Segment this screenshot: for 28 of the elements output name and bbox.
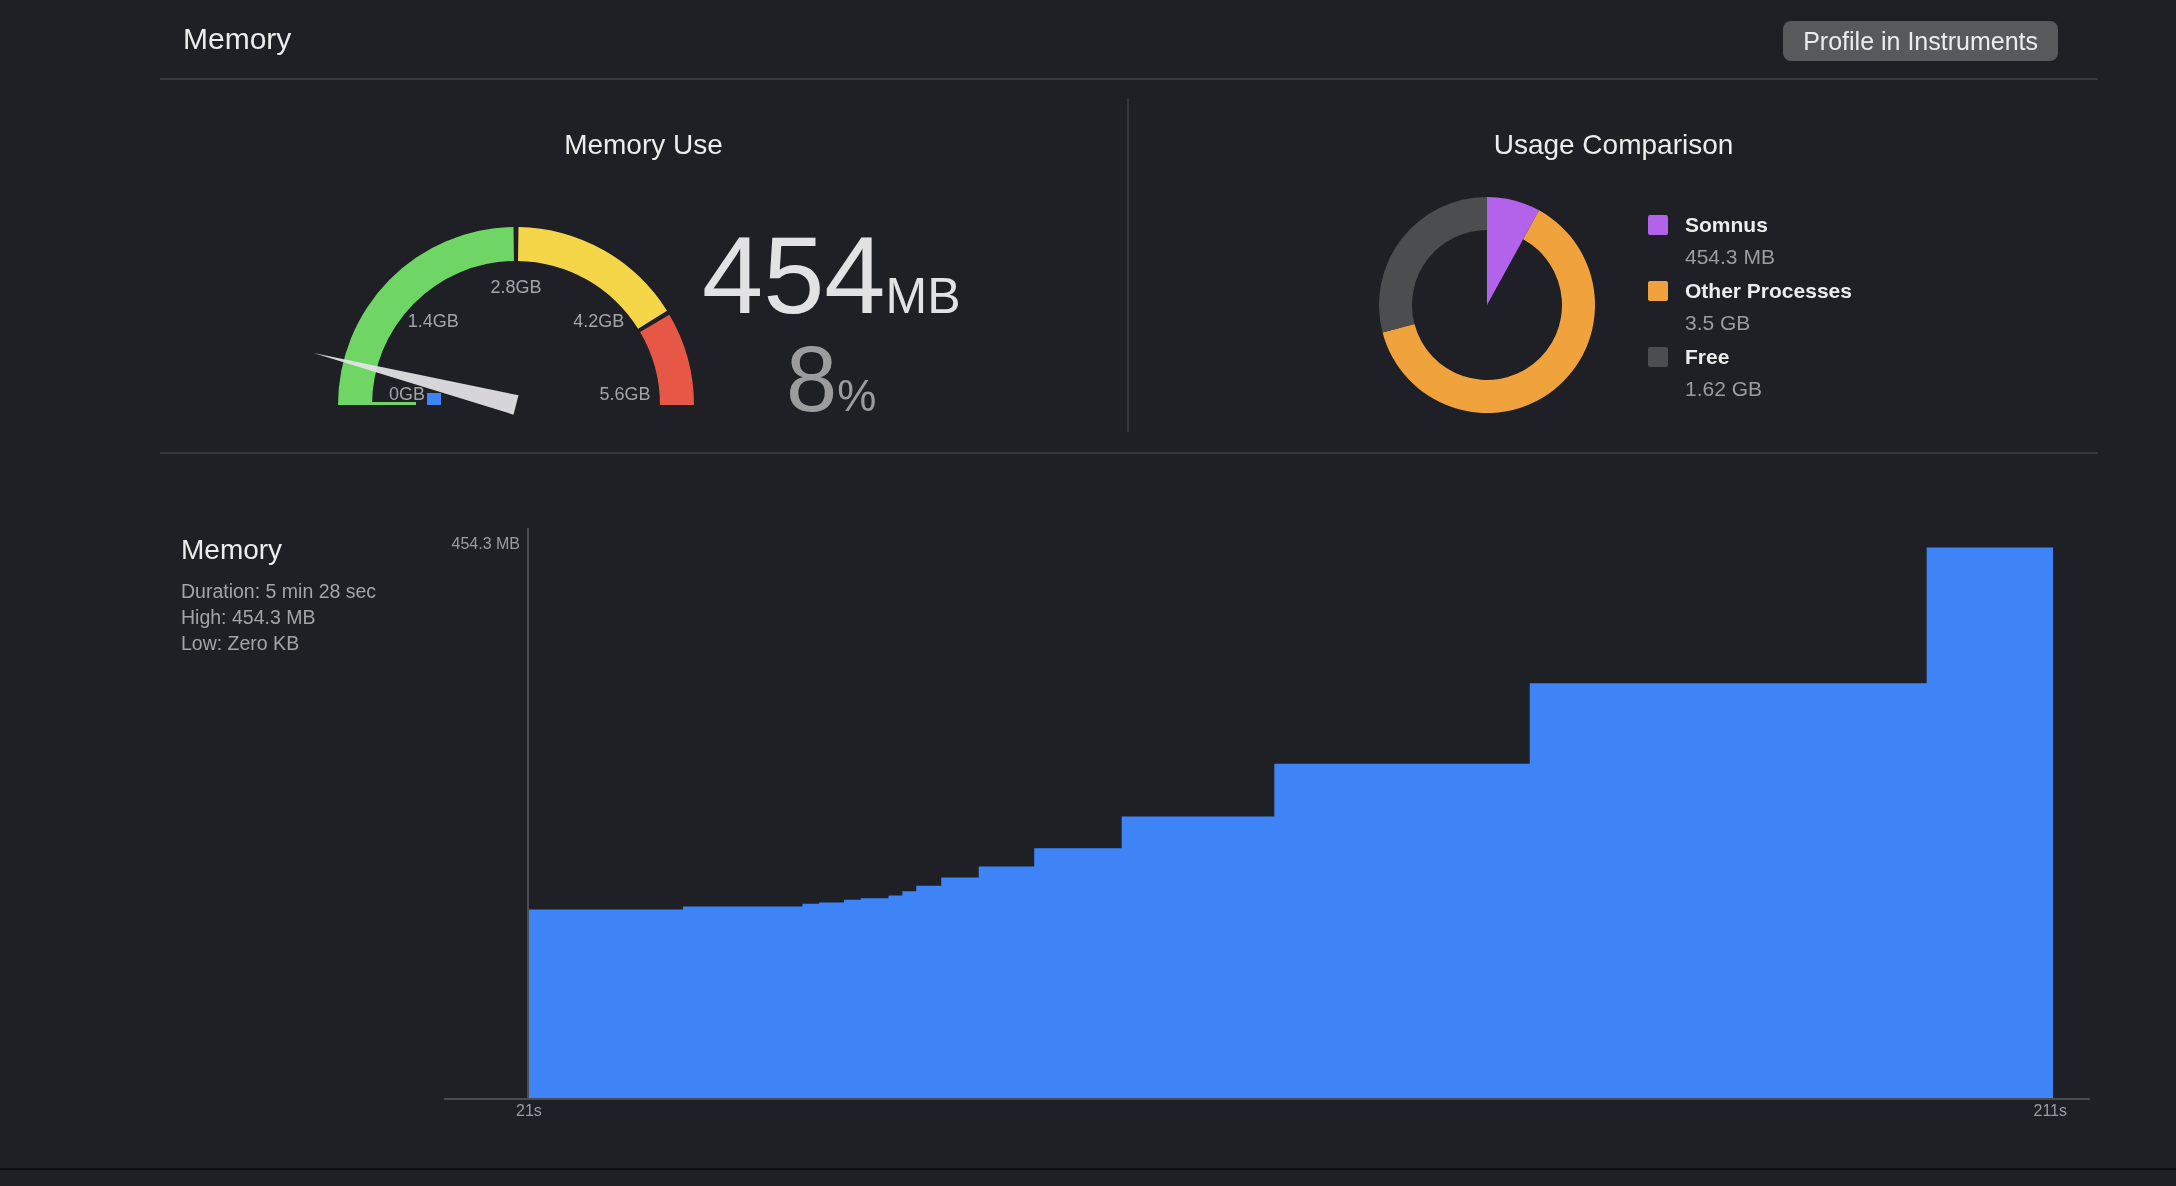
memory-value: 454: [702, 217, 886, 333]
section-title: Usage Comparison: [1493, 129, 1734, 162]
chart-detail: Low: Zero KB: [181, 631, 301, 656]
chart-title: Memory: [181, 534, 284, 566]
legend-value: 1.62 GB: [1685, 377, 1764, 401]
section-title: Memory Use: [564, 129, 723, 162]
legend-value: 454.3 MB: [1685, 245, 1776, 269]
axis-label: 21s: [516, 1102, 542, 1121]
percent-value: 8: [786, 332, 838, 425]
percent-sign: %: [837, 370, 877, 421]
gauge-scale-label: 1.4GB: [407, 311, 459, 331]
legend-name: Somnus: [1685, 213, 1769, 237]
axis-label: 211s: [2033, 1102, 2067, 1121]
gauge-scale-label: 4.2GB: [573, 311, 625, 331]
gauge-scale-label: 2.8GB: [490, 276, 542, 297]
profile-button[interactable]: Profile in Instruments: [1783, 21, 2058, 61]
legend-name: Other Processes: [1685, 279, 1852, 303]
legend-name: Free: [1685, 345, 1731, 369]
legend-value: 3.5 GB: [1685, 311, 1752, 335]
chart-detail: Duration: 5 min 28 sec: [181, 579, 378, 604]
chart-detail: High: 454.3 MB: [181, 605, 317, 630]
gauge-scale-label: 0GB: [389, 383, 425, 404]
memory-unit: MB: [885, 267, 961, 325]
gauge-baseline: [370, 402, 416, 405]
panel-title: Memory: [183, 22, 292, 56]
axis-label: 454.3 MB: [451, 535, 520, 552]
gauge-scale-label: 5.6GB: [599, 383, 651, 404]
gauge-marker: [427, 393, 441, 405]
